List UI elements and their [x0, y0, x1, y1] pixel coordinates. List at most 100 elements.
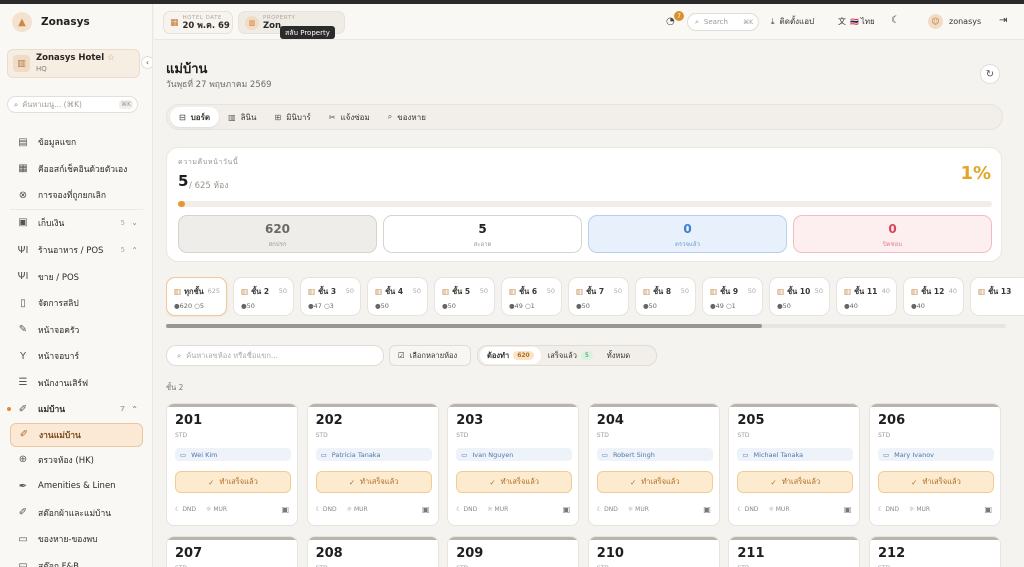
tab-3[interactable]: ✂ แจ้งซ่อม	[320, 107, 379, 127]
logout-icon[interactable]: ⇥	[999, 15, 1007, 26]
floor-chip[interactable]: ▥ ชั้น 11 40 ●40	[836, 277, 897, 316]
install-app-button[interactable]: ⤓ ติดตั้งแอป	[771, 15, 814, 28]
sidebar-item[interactable]: Y หน้าจอบาร์	[0, 343, 152, 370]
tab-4[interactable]: ⌕ ของหาย	[379, 107, 435, 127]
floor-chip[interactable]: ▥ ชั้น 2 50 ●50	[233, 277, 294, 316]
floor-chip[interactable]: ▥ ชั้น 8 50 ●50	[635, 277, 696, 316]
room-card[interactable]: 208STD	[306, 536, 439, 567]
clipboard-icon[interactable]: ▣	[703, 505, 711, 514]
sidebar-item[interactable]: ▤ ข้อมูลแขก	[0, 129, 152, 156]
mark-done-button[interactable]: ✓ ทำเสร็จแล้ว	[175, 471, 291, 493]
mark-done-button[interactable]: ✓ ทำเสร็จแล้ว	[315, 471, 432, 493]
mur-toggle[interactable]: ☼ MUR	[909, 506, 930, 513]
dnd-toggle[interactable]: ☾ DND	[316, 506, 337, 513]
mur-toggle[interactable]: ☼ MUR	[347, 506, 368, 513]
room-card[interactable]: 211STD	[728, 536, 861, 567]
dark-mode-toggle-icon[interactable]: ☾	[891, 15, 900, 26]
mur-toggle[interactable]: ☼ MUR	[487, 506, 508, 513]
status-filter-option[interactable]: ต้องทำ 620	[480, 347, 541, 364]
mur-toggle[interactable]: ☼ MUR	[206, 506, 227, 513]
language-switcher[interactable]: 文 🇹🇭 ไทย	[838, 15, 875, 28]
sidebar-item[interactable]: ✐ งานแม่บ้าน	[10, 422, 143, 447]
stat-clean[interactable]: 5 สะอาด	[383, 215, 582, 253]
floor-scrollbar[interactable]	[166, 324, 1006, 328]
sidebar-item[interactable]: ▯ จัดการสลิป	[0, 290, 152, 317]
clipboard-icon[interactable]: ▣	[844, 505, 852, 514]
room-search-input[interactable]: ⌕ ค้นหาเลขห้อง หรือชื่อแขก...	[166, 345, 384, 366]
room-card[interactable]: 212STD	[869, 536, 1001, 567]
room-card[interactable]: 205 STD ▭ Michael Tanaka ✓ ทำเสร็จแล้ว ☾ DND ☼ …	[728, 403, 861, 526]
sidebar-item[interactable]: ⊗ การจองที่ถูกยกเลิก	[0, 182, 152, 209]
stat-out-of-order[interactable]: 0 ปิดซ่อม	[793, 215, 992, 253]
clipboard-icon[interactable]: ▣	[281, 505, 289, 514]
clipboard-icon[interactable]: ▣	[422, 505, 430, 514]
sidebar-item[interactable]: ▣ เก็บเงิน 5 ⌄	[0, 210, 152, 237]
room-card[interactable]: 201 STD ▭ Wei Kim ✓ ทำเสร็จแล้ว ☾ DND ☼ MUR ▣	[166, 403, 298, 526]
tab-0[interactable]: ⊟ บอร์ด	[170, 107, 220, 127]
sidebar-collapse-button[interactable]: ‹	[141, 56, 152, 69]
mark-done-button[interactable]: ✓ ทำเสร็จแล้ว	[456, 471, 573, 493]
floor-chip[interactable]: ▥ ทุกชั้น 625 ●620 ○5	[166, 277, 227, 316]
room-card[interactable]: 203 STD ▭ Ivan Nguyen ✓ ทำเสร็จแล้ว ☾ DND ☼ MUR…	[447, 403, 580, 526]
room-card[interactable]: 210STD	[587, 536, 720, 567]
user-menu[interactable]: ☺ zonasys	[928, 14, 981, 29]
global-search-button[interactable]: ⌕ Search ⌘K	[687, 13, 759, 31]
mur-toggle[interactable]: ☼ MUR	[628, 506, 649, 513]
tab-1[interactable]: ▥ ลินิน	[219, 107, 265, 127]
stat-inspected[interactable]: 0 ตรวจแล้ว	[588, 215, 787, 253]
tab-2[interactable]: ⊞ มินิบาร์	[265, 107, 319, 127]
mark-done-button[interactable]: ✓ ทำเสร็จแล้ว	[596, 471, 713, 493]
sidebar-item[interactable]: ✎ หน้าจอครัว	[0, 317, 152, 344]
clipboard-icon[interactable]: ▣	[984, 505, 992, 514]
room-card[interactable]: 207STD	[166, 536, 298, 567]
dnd-toggle[interactable]: ☾ DND	[878, 506, 899, 513]
status-filter-option[interactable]: ทั้งหมด	[600, 347, 637, 364]
room-card[interactable]: 209STD	[447, 536, 580, 567]
sidebar-item[interactable]: ⊕ ตรวจห้อง (HK)	[0, 447, 152, 474]
floor-chip[interactable]: ▥ ชั้น 13	[970, 277, 1024, 316]
floor-chip[interactable]: ▥ ชั้น 6 50 ●49 ○1	[501, 277, 562, 316]
sidebar-item[interactable]: ✐ สต๊อกผ้าและแม่บ้าน	[0, 500, 152, 527]
clipboard-icon[interactable]: ▣	[563, 505, 571, 514]
sidebar-item[interactable]: ☰ พนักงานเสิร์ฟ	[0, 370, 152, 397]
sidebar-item[interactable]: ΨΙ ร้านอาหาร / POS 5 ⌃	[0, 237, 152, 264]
kitchen-icon: ✎	[18, 324, 28, 336]
floor-chip[interactable]: ▥ ชั้น 10 50 ●50	[769, 277, 830, 316]
scrollbar-thumb[interactable]	[166, 324, 762, 328]
floor-chip[interactable]: ▥ ชั้น 7 50 ●50	[568, 277, 629, 316]
brand[interactable]: ▲ Zonasys	[0, 4, 152, 40]
dnd-toggle[interactable]: ☾ DND	[737, 506, 758, 513]
room-card[interactable]: 206 STD ▭ Mary Ivanov ✓ ทำเสร็จแล้ว ☾ DND ☼ MUR…	[869, 403, 1001, 526]
room-card[interactable]: 202 STD ▭ Patricia Tanaka ✓ ทำเสร็จแล้ว ☾ DND ☼…	[306, 403, 439, 526]
sidebar-item[interactable]: ▭ ของหาย-ของพบ	[0, 526, 152, 553]
sidebar-item[interactable]: ▭ สต๊อก F&B	[0, 553, 152, 567]
dnd-toggle[interactable]: ☾ DND	[456, 506, 477, 513]
star-icon[interactable]: ☆	[107, 53, 115, 63]
tab-label: มินิบาร์	[286, 112, 311, 122]
floor-name: ชั้น 12	[921, 287, 945, 296]
floor-chip[interactable]: ▥ ชั้น 3 50 ●47 ○3	[300, 277, 361, 316]
mur-toggle[interactable]: ☼ MUR	[768, 506, 789, 513]
sidebar-item[interactable]: ✐ แม่บ้าน 7 ⌃	[0, 396, 152, 423]
multi-select-button[interactable]: ☑ เลือกหลายห้อง	[389, 345, 471, 366]
status-filter-option[interactable]: เสร็จแล้ว 5	[541, 347, 600, 364]
sidebar-item[interactable]: ΨΙ ขาย / POS	[0, 264, 152, 291]
room-card[interactable]: 204 STD ▭ Robert Singh ✓ ทำเสร็จแล้ว ☾ DND ☼ MU…	[587, 403, 720, 526]
floor-chip[interactable]: ▥ ชั้น 5 50 ●50	[434, 277, 495, 316]
refresh-button[interactable]: ↻	[980, 64, 1000, 84]
sidebar-item[interactable]: ✒ Amenities & Linen	[0, 473, 152, 500]
dnd-toggle[interactable]: ☾ DND	[175, 506, 196, 513]
sidebar-search-input[interactable]: ⌕ ค้นหาเมนู... (⌘K) ⌘K	[7, 96, 138, 113]
mark-done-button[interactable]: ✓ ทำเสร็จแล้ว	[737, 471, 854, 493]
sun-icon: ☼	[909, 506, 915, 513]
hotel-date-pill[interactable]: ▦ HOTEL DATE 20 พ.ค. 69	[163, 11, 233, 34]
mark-done-button[interactable]: ✓ ทำเสร็จแล้ว	[878, 471, 994, 493]
moon-icon: ☾	[456, 506, 462, 513]
hotel-switcher[interactable]: ▥ Zonasys Hotel ☆ HQ	[7, 49, 140, 78]
sidebar-item[interactable]: ▦ คีออสก์เช็คอินด้วยตัวเอง	[0, 156, 152, 183]
dnd-toggle[interactable]: ☾ DND	[597, 506, 618, 513]
floor-chip[interactable]: ▥ ชั้น 4 50 ●50	[367, 277, 428, 316]
stat-dirty[interactable]: 620 สกปรก	[178, 215, 377, 253]
floor-chip[interactable]: ▥ ชั้น 9 50 ●49 ○1	[702, 277, 763, 316]
floor-chip[interactable]: ▥ ชั้น 12 40 ●40	[903, 277, 964, 316]
